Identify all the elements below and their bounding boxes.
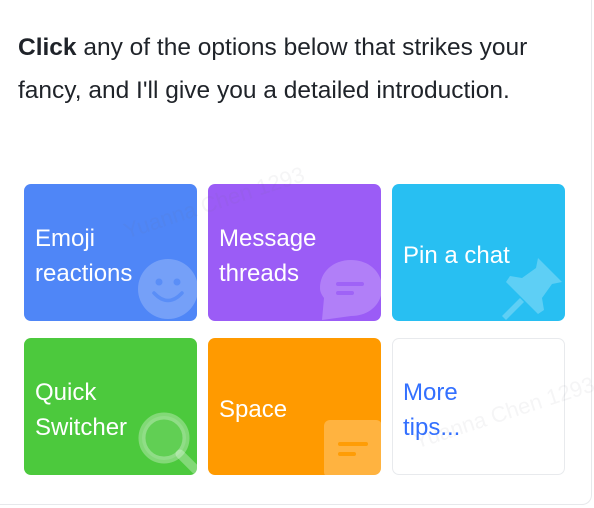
tile-space[interactable]: Space	[208, 338, 381, 475]
tile-label: Quick Switcher	[35, 379, 128, 441]
tile-emoji-reactions[interactable]: Emoji reactions	[24, 184, 197, 321]
message-card: Click any of the options below that stri…	[0, 0, 594, 505]
tile-label: Emoji reactions	[35, 225, 133, 287]
smiley-face-icon	[138, 259, 197, 319]
intro-body: any of the options below that strikes yo…	[18, 34, 528, 104]
tile-quick-switcher[interactable]: Quick Switcher	[24, 338, 197, 475]
tile-message-threads[interactable]: Message threads	[208, 184, 381, 321]
document-icon	[324, 420, 381, 475]
tile-label: Message threads	[219, 225, 317, 287]
tile-pin-a-chat[interactable]: Pin a chat	[392, 184, 565, 321]
tile-label: More tips...	[403, 379, 461, 441]
intro-bold: Click	[18, 34, 77, 61]
magnifier-icon	[138, 412, 197, 475]
tile-label: Pin a chat	[403, 242, 510, 269]
intro-text: Click any of the options below that stri…	[18, 26, 578, 112]
chat-bubble-icon	[320, 260, 381, 320]
tile-more-tips[interactable]: More tips...	[392, 338, 565, 475]
tile-label: Space	[219, 396, 288, 423]
